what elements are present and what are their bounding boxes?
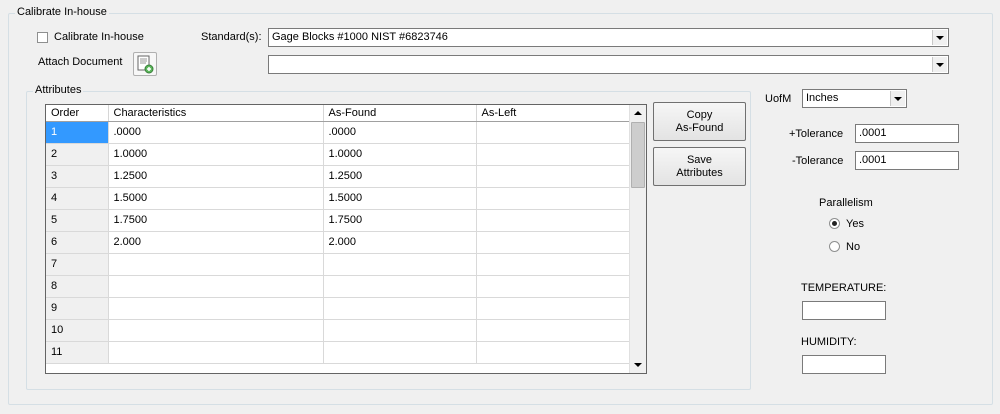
order-cell[interactable]: 7 xyxy=(46,253,109,276)
chevron-down-icon[interactable] xyxy=(932,57,947,72)
as-found-cell[interactable]: 1.7500 xyxy=(323,209,477,232)
as-found-cell[interactable]: 2.000 xyxy=(323,231,477,254)
as-left-cell[interactable] xyxy=(476,341,631,364)
order-cell[interactable]: 8 xyxy=(46,275,109,298)
column-header-as-left[interactable]: As-Left xyxy=(476,105,631,122)
as-left-cell[interactable] xyxy=(476,297,631,320)
attach-document-icon xyxy=(137,55,154,74)
as-left-cell[interactable] xyxy=(476,319,631,342)
table-row[interactable]: 11 xyxy=(46,341,631,364)
humidity-label: HUMIDITY: xyxy=(801,336,857,348)
table-row[interactable]: 3 1.2500 1.2500 xyxy=(46,165,631,188)
attributes-scrollbar[interactable] xyxy=(629,105,646,373)
characteristics-cell[interactable]: 1.5000 xyxy=(108,187,324,210)
characteristics-cell[interactable] xyxy=(108,253,324,276)
table-row[interactable]: 8 xyxy=(46,275,631,298)
chevron-down-icon[interactable] xyxy=(890,91,905,106)
table-row[interactable]: 1 .0000 .0000 xyxy=(46,121,631,144)
scroll-up-icon[interactable] xyxy=(630,105,646,121)
order-cell[interactable]: 2 xyxy=(46,143,109,166)
copy-as-found-button[interactable]: Copy As-Found xyxy=(653,102,746,141)
characteristics-cell[interactable] xyxy=(108,275,324,298)
calibrate-inhouse-label: Calibrate In-house xyxy=(54,31,144,43)
as-found-cell[interactable] xyxy=(323,341,477,364)
attributes-title: Attributes xyxy=(33,84,84,97)
table-row[interactable]: 6 2.000 2.000 xyxy=(46,231,631,254)
attach-document-dropdown[interactable] xyxy=(268,55,949,74)
plus-tolerance-field[interactable]: .0001 xyxy=(855,124,959,143)
parallelism-label: Parallelism xyxy=(819,197,873,209)
column-header-order[interactable]: Order xyxy=(46,105,109,122)
table-row[interactable]: 2 1.0000 1.0000 xyxy=(46,143,631,166)
as-left-cell[interactable] xyxy=(476,275,631,298)
scroll-down-icon[interactable] xyxy=(630,357,646,373)
as-found-cell[interactable] xyxy=(323,297,477,320)
standards-label: Standard(s): xyxy=(201,31,262,43)
as-left-cell[interactable] xyxy=(476,121,631,144)
as-found-cell[interactable]: .0000 xyxy=(323,121,477,144)
order-cell[interactable]: 4 xyxy=(46,187,109,210)
save-attributes-button[interactable]: Save Attributes xyxy=(653,147,746,186)
as-found-cell[interactable]: 1.0000 xyxy=(323,143,477,166)
chevron-down-icon[interactable] xyxy=(932,30,947,45)
table-row[interactable]: 7 xyxy=(46,253,631,276)
as-left-cell[interactable] xyxy=(476,253,631,276)
order-cell[interactable]: 3 xyxy=(46,165,109,188)
standards-value: Gage Blocks #1000 NIST #6823746 xyxy=(272,31,448,43)
characteristics-cell[interactable] xyxy=(108,297,324,320)
characteristics-cell[interactable] xyxy=(108,341,324,364)
minus-tolerance-label: -Tolerance xyxy=(792,155,844,167)
humidity-field[interactable] xyxy=(802,355,886,374)
temperature-field[interactable] xyxy=(802,301,886,320)
column-header-as-found[interactable]: As-Found xyxy=(323,105,477,122)
order-cell[interactable]: 5 xyxy=(46,209,109,232)
as-found-cell[interactable] xyxy=(323,275,477,298)
attributes-rows: 1 .0000 .0000 2 1.0000 1.0000 3 1.2500 1… xyxy=(46,121,631,364)
temperature-label: TEMPERATURE: xyxy=(801,282,887,294)
attach-document-label: Attach Document xyxy=(38,56,123,68)
uofm-label: UofM xyxy=(765,93,792,105)
order-cell[interactable]: 6 xyxy=(46,231,109,254)
calibrate-inhouse-title: Calibrate In-house xyxy=(15,6,109,19)
characteristics-cell[interactable]: 1.0000 xyxy=(108,143,324,166)
attach-document-button[interactable] xyxy=(133,52,157,76)
as-found-cell[interactable] xyxy=(323,319,477,342)
as-found-cell[interactable] xyxy=(323,253,477,276)
characteristics-cell[interactable]: 2.000 xyxy=(108,231,324,254)
as-left-cell[interactable] xyxy=(476,187,631,210)
uofm-value: Inches xyxy=(806,92,839,104)
table-row[interactable]: 4 1.5000 1.5000 xyxy=(46,187,631,210)
parallelism-no-label: No xyxy=(846,241,861,253)
characteristics-cell[interactable]: 1.7500 xyxy=(108,209,324,232)
characteristics-cell[interactable]: 1.2500 xyxy=(108,165,324,188)
as-left-cell[interactable] xyxy=(476,143,631,166)
parallelism-no-radio[interactable] xyxy=(829,241,840,252)
table-row[interactable]: 10 xyxy=(46,319,631,342)
table-row[interactable]: 9 xyxy=(46,297,631,320)
plus-tolerance-label: +Tolerance xyxy=(789,128,844,140)
order-cell[interactable]: 9 xyxy=(46,297,109,320)
as-left-cell[interactable] xyxy=(476,231,631,254)
attributes-grid[interactable]: Order Characteristics As-Found As-Left 1… xyxy=(45,104,647,374)
standards-dropdown[interactable]: Gage Blocks #1000 NIST #6823746 xyxy=(268,28,949,47)
table-header-row: Order Characteristics As-Found As-Left xyxy=(46,105,631,122)
column-header-characteristics[interactable]: Characteristics xyxy=(108,105,324,122)
order-cell[interactable]: 10 xyxy=(46,319,109,342)
scrollbar-thumb[interactable] xyxy=(631,122,645,188)
as-left-cell[interactable] xyxy=(476,209,631,232)
order-cell[interactable]: 11 xyxy=(46,341,109,364)
minus-tolerance-field[interactable]: .0001 xyxy=(855,151,959,170)
table-row[interactable]: 5 1.7500 1.7500 xyxy=(46,209,631,232)
parallelism-yes-radio[interactable] xyxy=(829,218,840,229)
as-found-cell[interactable]: 1.2500 xyxy=(323,165,477,188)
characteristics-cell[interactable] xyxy=(108,319,324,342)
parallelism-yes-label: Yes xyxy=(846,218,864,230)
order-cell[interactable]: 1 xyxy=(46,121,109,144)
characteristics-cell[interactable]: .0000 xyxy=(108,121,324,144)
as-left-cell[interactable] xyxy=(476,165,631,188)
attributes-table: Order Characteristics As-Found As-Left 1… xyxy=(46,105,631,364)
as-found-cell[interactable]: 1.5000 xyxy=(323,187,477,210)
calibrate-inhouse-checkbox[interactable] xyxy=(37,32,48,43)
uofm-dropdown[interactable]: Inches xyxy=(802,89,907,108)
